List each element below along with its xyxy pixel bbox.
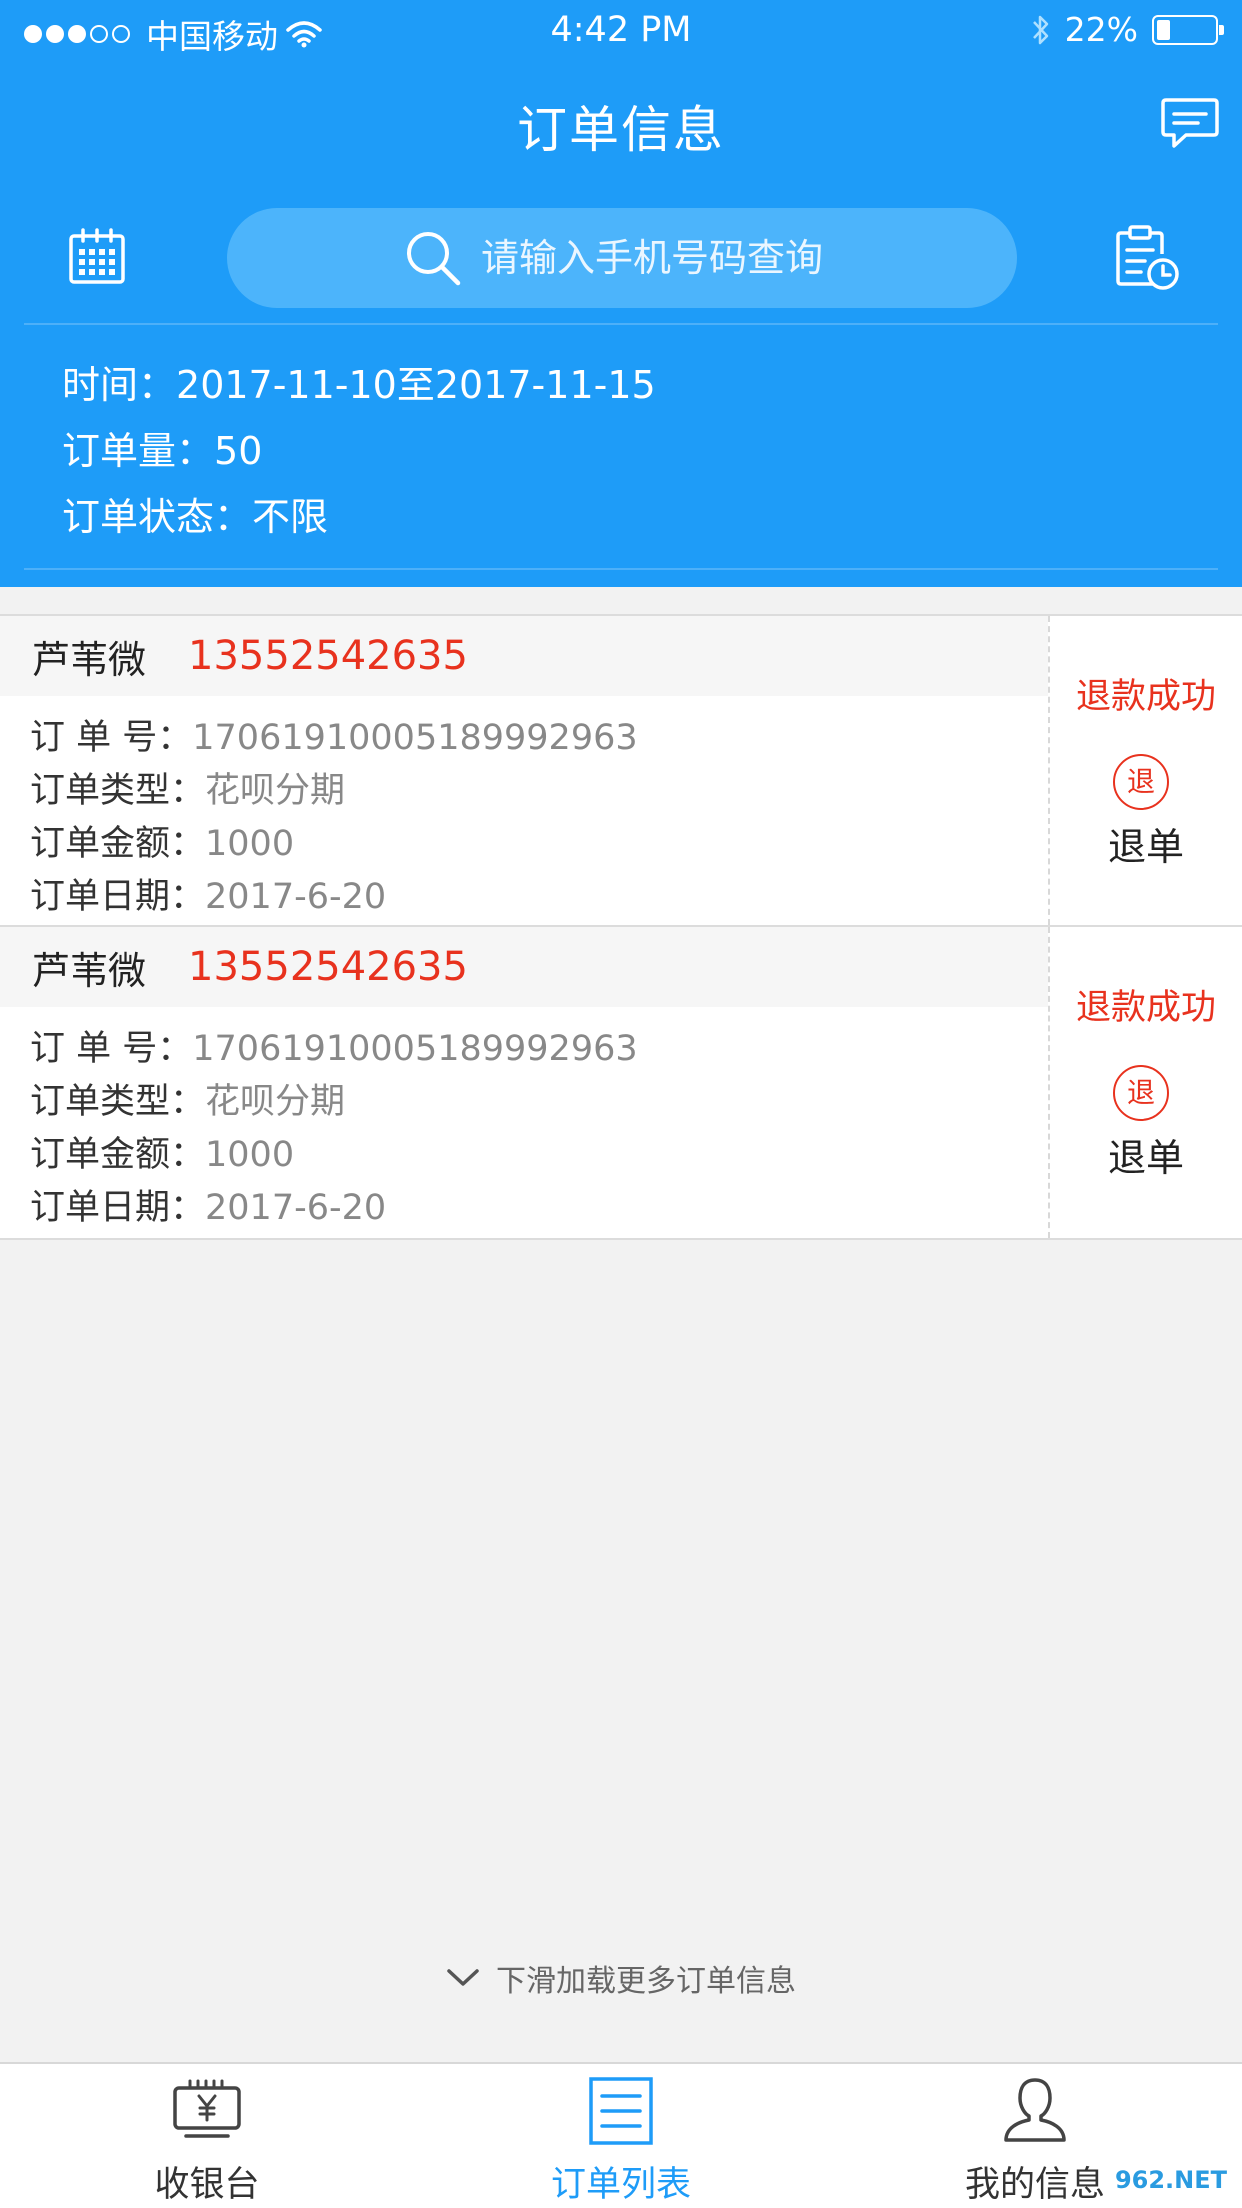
tab-bar: 收银台 订单列表 我的信息 bbox=[0, 2062, 1242, 2208]
battery-icon bbox=[1152, 14, 1224, 45]
refund-badge-icon: 退 bbox=[1113, 1065, 1169, 1121]
order-type-label: 订单类型： bbox=[30, 771, 206, 811]
battery-percent: 22% bbox=[1064, 10, 1138, 49]
filter-time-value: 2017-11-10至2017-11-15 bbox=[176, 363, 656, 407]
refund-button[interactable]: 退单 bbox=[1050, 1127, 1242, 1182]
order-amount-label: 订单金额： bbox=[30, 1135, 206, 1175]
load-more-hint[interactable]: 下滑加载更多订单信息 bbox=[0, 1956, 1242, 2000]
search-bar[interactable] bbox=[227, 208, 1017, 308]
order-card-header: 芦苇微 13552542635 bbox=[0, 616, 1048, 696]
header: 中国移动 4:42 PM 22% 订单信息 请输入手机号码查询 时间：2017-… bbox=[0, 0, 1242, 587]
order-list-icon bbox=[589, 2077, 653, 2145]
order-amount-row: 订单金额：1000 bbox=[30, 818, 638, 871]
filter-status-label: 订单状态： bbox=[62, 495, 253, 539]
order-no-value: 17061910005189992963 bbox=[192, 1029, 638, 1069]
refund-status: 退款成功 bbox=[1075, 677, 1216, 717]
chat-bubble-icon[interactable] bbox=[1160, 96, 1220, 152]
order-type-value: 花呗分期 bbox=[205, 771, 346, 811]
order-no-row: 订 单 号：17061910005189992963 bbox=[30, 1023, 638, 1076]
order-type-label: 订单类型： bbox=[30, 1082, 206, 1122]
header-divider-bottom bbox=[24, 568, 1218, 570]
cashier-icon bbox=[173, 2079, 241, 2138]
order-amount-label: 订单金额： bbox=[30, 824, 206, 864]
customer-phone[interactable]: 13552542635 bbox=[188, 944, 468, 990]
refund-button[interactable]: 退单 bbox=[1050, 816, 1242, 871]
filter-count-row: 订单量：50 bbox=[62, 418, 656, 484]
order-no-row: 订 单 号：17061910005189992963 bbox=[30, 712, 638, 765]
filter-count-value: 50 bbox=[214, 429, 263, 473]
order-date-value: 2017-6-20 bbox=[205, 1188, 387, 1228]
status-bar: 中国移动 4:42 PM 22% bbox=[0, 0, 1242, 60]
customer-name: 芦苇微 bbox=[32, 948, 147, 993]
refund-status: 退款成功 bbox=[1075, 988, 1216, 1028]
filter-time-row: 时间：2017-11-10至2017-11-15 bbox=[62, 352, 656, 418]
calendar-icon[interactable] bbox=[68, 228, 126, 286]
order-date-label: 订单日期： bbox=[30, 877, 206, 917]
tab-cashier[interactable]: 收银台 bbox=[57, 2064, 357, 2208]
order-no-label: 订 单 号： bbox=[30, 718, 193, 758]
page-title: 订单信息 bbox=[517, 101, 725, 159]
search-icon bbox=[407, 232, 461, 286]
customer-name: 芦苇微 bbox=[32, 637, 147, 682]
order-date-row: 订单日期：2017-6-20 bbox=[30, 1182, 638, 1235]
tab-label-cashier: 收银台 bbox=[154, 2165, 260, 2205]
order-type-row: 订单类型：花呗分期 bbox=[30, 765, 638, 818]
order-details: 订 单 号：17061910005189992963 订单类型：花呗分期 订单金… bbox=[30, 712, 638, 924]
watermark-logo: 962.NET bbox=[1106, 2158, 1236, 2202]
filter-summary: 时间：2017-11-10至2017-11-15 订单量：50 订单状态：不限 bbox=[62, 352, 656, 550]
order-no-label: 订 单 号： bbox=[30, 1029, 193, 1069]
order-no-value: 17061910005189992963 bbox=[192, 718, 638, 758]
user-icon bbox=[1004, 2078, 1066, 2142]
phone-search-input[interactable] bbox=[481, 236, 841, 280]
filter-status-value: 不限 bbox=[252, 495, 329, 539]
order-amount-value: 1000 bbox=[205, 1135, 295, 1175]
order-card[interactable]: 芦苇微 13552542635 订 单 号：170619100051899929… bbox=[0, 927, 1242, 1240]
filter-count-label: 订单量： bbox=[62, 429, 215, 473]
order-details: 订 单 号：17061910005189992963 订单类型：花呗分期 订单金… bbox=[30, 1023, 638, 1235]
filter-time-label: 时间： bbox=[62, 363, 177, 407]
status-right: 22% bbox=[1031, 10, 1224, 49]
chevron-down-icon bbox=[447, 1969, 479, 1986]
order-list: 芦苇微 13552542635 订 单 号：170619100051899929… bbox=[0, 614, 1242, 1240]
clipboard-clock-icon[interactable] bbox=[1113, 224, 1181, 292]
load-more-text: 下滑加载更多订单信息 bbox=[496, 1964, 796, 1999]
customer-phone[interactable]: 13552542635 bbox=[188, 633, 468, 679]
order-date-row: 订单日期：2017-6-20 bbox=[30, 871, 638, 924]
tab-order-list[interactable]: 订单列表 bbox=[471, 2064, 771, 2208]
order-amount-value: 1000 bbox=[205, 824, 295, 864]
header-divider bbox=[24, 323, 1218, 325]
filter-status-row: 订单状态：不限 bbox=[62, 484, 656, 550]
refund-panel: 退款成功 退 退单 bbox=[1050, 616, 1242, 925]
refund-panel: 退款成功 退 退单 bbox=[1050, 927, 1242, 1238]
refund-badge-icon: 退 bbox=[1113, 754, 1169, 810]
order-date-value: 2017-6-20 bbox=[205, 877, 387, 917]
order-date-label: 订单日期： bbox=[30, 1188, 206, 1228]
order-amount-row: 订单金额：1000 bbox=[30, 1129, 638, 1182]
order-card-header: 芦苇微 13552542635 bbox=[0, 927, 1048, 1007]
order-type-value: 花呗分期 bbox=[205, 1082, 346, 1122]
order-card[interactable]: 芦苇微 13552542635 订 单 号：170619100051899929… bbox=[0, 614, 1242, 927]
bluetooth-icon bbox=[1032, 15, 1048, 44]
tab-label-order-list: 订单列表 bbox=[550, 2165, 691, 2205]
order-type-row: 订单类型：花呗分期 bbox=[30, 1076, 638, 1129]
